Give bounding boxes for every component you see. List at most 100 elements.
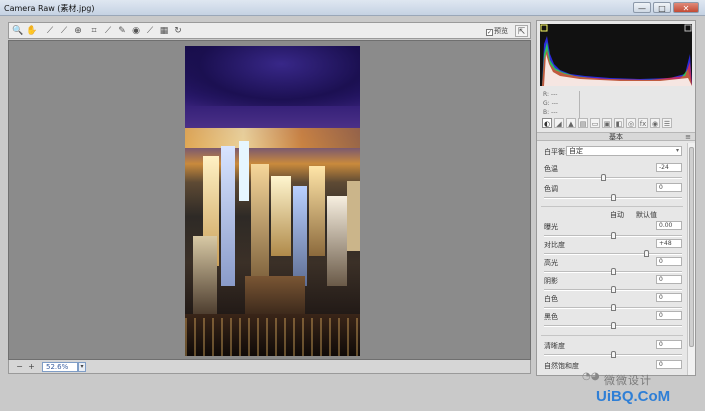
exposure-slider[interactable] [544, 232, 682, 239]
zoom-in-icon[interactable]: + [27, 362, 36, 371]
default-link[interactable]: 默认值 [636, 210, 657, 220]
preview-checkbox[interactable]: ✓ 预览 [486, 26, 508, 36]
shadows-thumb[interactable] [611, 286, 616, 293]
clarity-label: 清晰度 [544, 342, 565, 350]
tab-basic-icon[interactable]: ◐ [542, 118, 552, 128]
panel-scrollbar[interactable] [687, 143, 695, 375]
color-sampler-icon[interactable]: ⟋ [58, 25, 70, 37]
contrast-slider[interactable] [544, 250, 682, 257]
checkbox-box: ✓ [486, 29, 493, 36]
temperature-value[interactable]: -24 [656, 163, 682, 172]
exposure-value[interactable]: 0.00 [656, 221, 682, 230]
tint-slider[interactable] [544, 194, 682, 201]
tab-hsl-icon[interactable]: ▤ [578, 118, 588, 128]
tint-value[interactable]: 0 [656, 183, 682, 192]
adjustments-panel: R: --- G: --- B: --- ◐ ◢ ▲ ▤ ▭ ▣ ◧ ◎ fx … [536, 20, 696, 376]
rgb-b: B: --- [543, 109, 558, 116]
vibrance-value[interactable]: 0 [656, 360, 682, 369]
divider [541, 206, 683, 207]
graduated-filter-icon[interactable]: ▦ [158, 25, 170, 37]
tint-label: 色调 [544, 185, 558, 193]
whites-label: 白色 [544, 295, 558, 303]
tab-snapshots-icon[interactable]: ◉ [650, 118, 660, 128]
whites-thumb[interactable] [611, 304, 616, 311]
target-adjust-icon[interactable]: ⊕ [72, 25, 84, 37]
status-bar: − + 52.6% ▾ [8, 360, 531, 374]
white-balance-value: 自定 [569, 147, 583, 155]
image-canvas[interactable] [8, 40, 531, 360]
straighten-icon[interactable]: ⟋ [102, 25, 114, 37]
section-title: 基本 [609, 133, 623, 141]
highlights-label: 高光 [544, 259, 558, 267]
blacks-value[interactable]: 0 [656, 311, 682, 320]
preview-label: 预览 [494, 27, 508, 35]
tab-effects-icon[interactable]: ◧ [614, 118, 624, 128]
histogram [540, 24, 692, 86]
whites-value[interactable]: 0 [656, 293, 682, 302]
shadows-value[interactable]: 0 [656, 275, 682, 284]
close-button[interactable]: ✕ [673, 2, 699, 13]
rotate-icon[interactable]: ↻ [172, 25, 184, 37]
temperature-label: 色温 [544, 165, 558, 173]
rgb-r: R: --- [543, 91, 558, 98]
tab-more-icon[interactable]: ☰ [662, 118, 672, 128]
tint-thumb[interactable] [611, 194, 616, 201]
white-balance-label: 白平衡: [544, 148, 568, 156]
red-eye-icon[interactable]: ◉ [130, 25, 142, 37]
watermark-line2: UiBQ.CoM [596, 388, 671, 405]
tab-tone-curve-icon[interactable]: ◢ [554, 118, 564, 128]
blacks-thumb[interactable] [611, 322, 616, 329]
shadows-slider[interactable] [544, 286, 682, 293]
zoom-icon[interactable]: 🔍 [12, 25, 24, 37]
exposure-thumb[interactable] [611, 232, 616, 239]
contrast-thumb[interactable] [644, 250, 650, 257]
brush-icon[interactable]: ⟋ [144, 25, 156, 37]
chevron-down-icon: ▾ [675, 147, 679, 154]
blacks-slider[interactable] [544, 322, 682, 329]
whites-slider[interactable] [544, 304, 682, 311]
histogram-graph [540, 24, 692, 86]
highlights-value[interactable]: 0 [656, 257, 682, 266]
hand-icon[interactable]: ✋ [26, 25, 38, 37]
vibrance-label: 自然饱和度 [544, 362, 579, 370]
zoom-out-icon[interactable]: − [15, 362, 24, 371]
rgb-g: G: --- [543, 100, 559, 107]
spot-removal-icon[interactable]: ✎ [116, 25, 128, 37]
highlights-thumb[interactable] [611, 268, 616, 275]
fullscreen-button[interactable]: ⇱ [515, 25, 528, 37]
toolbar: 🔍 ✋ ⟋ ⟋ ⊕ ⌗ ⟋ ✎ ◉ ⟋ ▦ ↻ ✓ 预览 ⇱ [8, 22, 531, 39]
city-night-photo [185, 46, 360, 356]
chevron-down-icon[interactable]: ▾ [78, 362, 86, 372]
tab-lens-icon[interactable]: ▣ [602, 118, 612, 128]
tab-presets-icon[interactable]: fx [638, 118, 648, 128]
exposure-label: 曝光 [544, 223, 558, 231]
minimize-button[interactable]: — [633, 2, 651, 13]
wechat-logo-icon: ◔◕ [582, 371, 600, 382]
white-balance-icon[interactable]: ⟋ [44, 25, 56, 37]
scrollbar-thumb[interactable] [689, 147, 694, 347]
tab-split-toning-icon[interactable]: ▭ [590, 118, 600, 128]
temperature-slider[interactable] [544, 174, 682, 181]
shadows-label: 阴影 [544, 277, 558, 285]
temperature-thumb[interactable] [601, 174, 607, 181]
contrast-value[interactable]: +48 [656, 239, 682, 248]
watermark-line1: 微微设计 [604, 374, 652, 387]
basic-settings: 白平衡: 自定 ▾ 色温 -24 色调 0 自动 默认值 曝光 0.00 对比度… [537, 143, 687, 375]
panel-tabs: ◐ ◢ ▲ ▤ ▭ ▣ ◧ ◎ fx ◉ ☰ [540, 118, 692, 130]
clarity-slider[interactable] [544, 351, 682, 358]
tab-detail-icon[interactable]: ▲ [566, 118, 576, 128]
crop-icon[interactable]: ⌗ [88, 25, 100, 37]
white-balance-select[interactable]: 自定 ▾ [566, 146, 682, 156]
clarity-thumb[interactable] [611, 351, 616, 358]
highlights-slider[interactable] [544, 268, 682, 275]
auto-link[interactable]: 自动 [610, 210, 624, 220]
maximize-button[interactable]: □ [653, 2, 671, 13]
watermark: ◔◕ 微微设计 UiBQ.CoM [582, 371, 702, 407]
clarity-value[interactable]: 0 [656, 340, 682, 349]
zoom-level-field[interactable]: 52.6% [42, 362, 78, 372]
rgb-divider [579, 91, 580, 119]
window-controls: — □ ✕ [633, 2, 699, 13]
section-header: 基本 ≡ [537, 132, 695, 141]
tab-camera-calibration-icon[interactable]: ◎ [626, 118, 636, 128]
panel-menu-icon[interactable]: ≡ [685, 133, 691, 141]
